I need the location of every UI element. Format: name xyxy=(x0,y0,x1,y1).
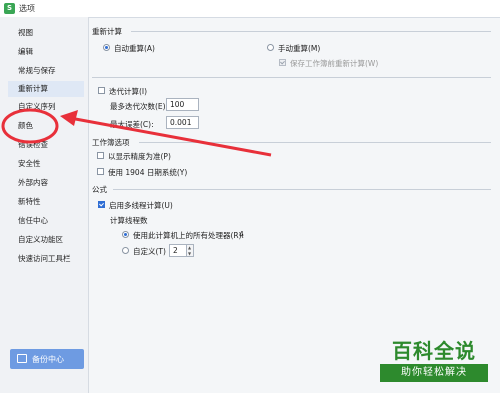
annotation-arrow-line xyxy=(69,116,272,157)
watermark-title: 百科全说 xyxy=(392,339,476,363)
watermark-subtitle: 助你轻松解决 xyxy=(380,364,488,382)
highlight-circle xyxy=(1,108,59,144)
watermark-logo: 百科全说 助你轻松解决 xyxy=(374,335,498,387)
arrowhead-icon xyxy=(60,110,78,126)
